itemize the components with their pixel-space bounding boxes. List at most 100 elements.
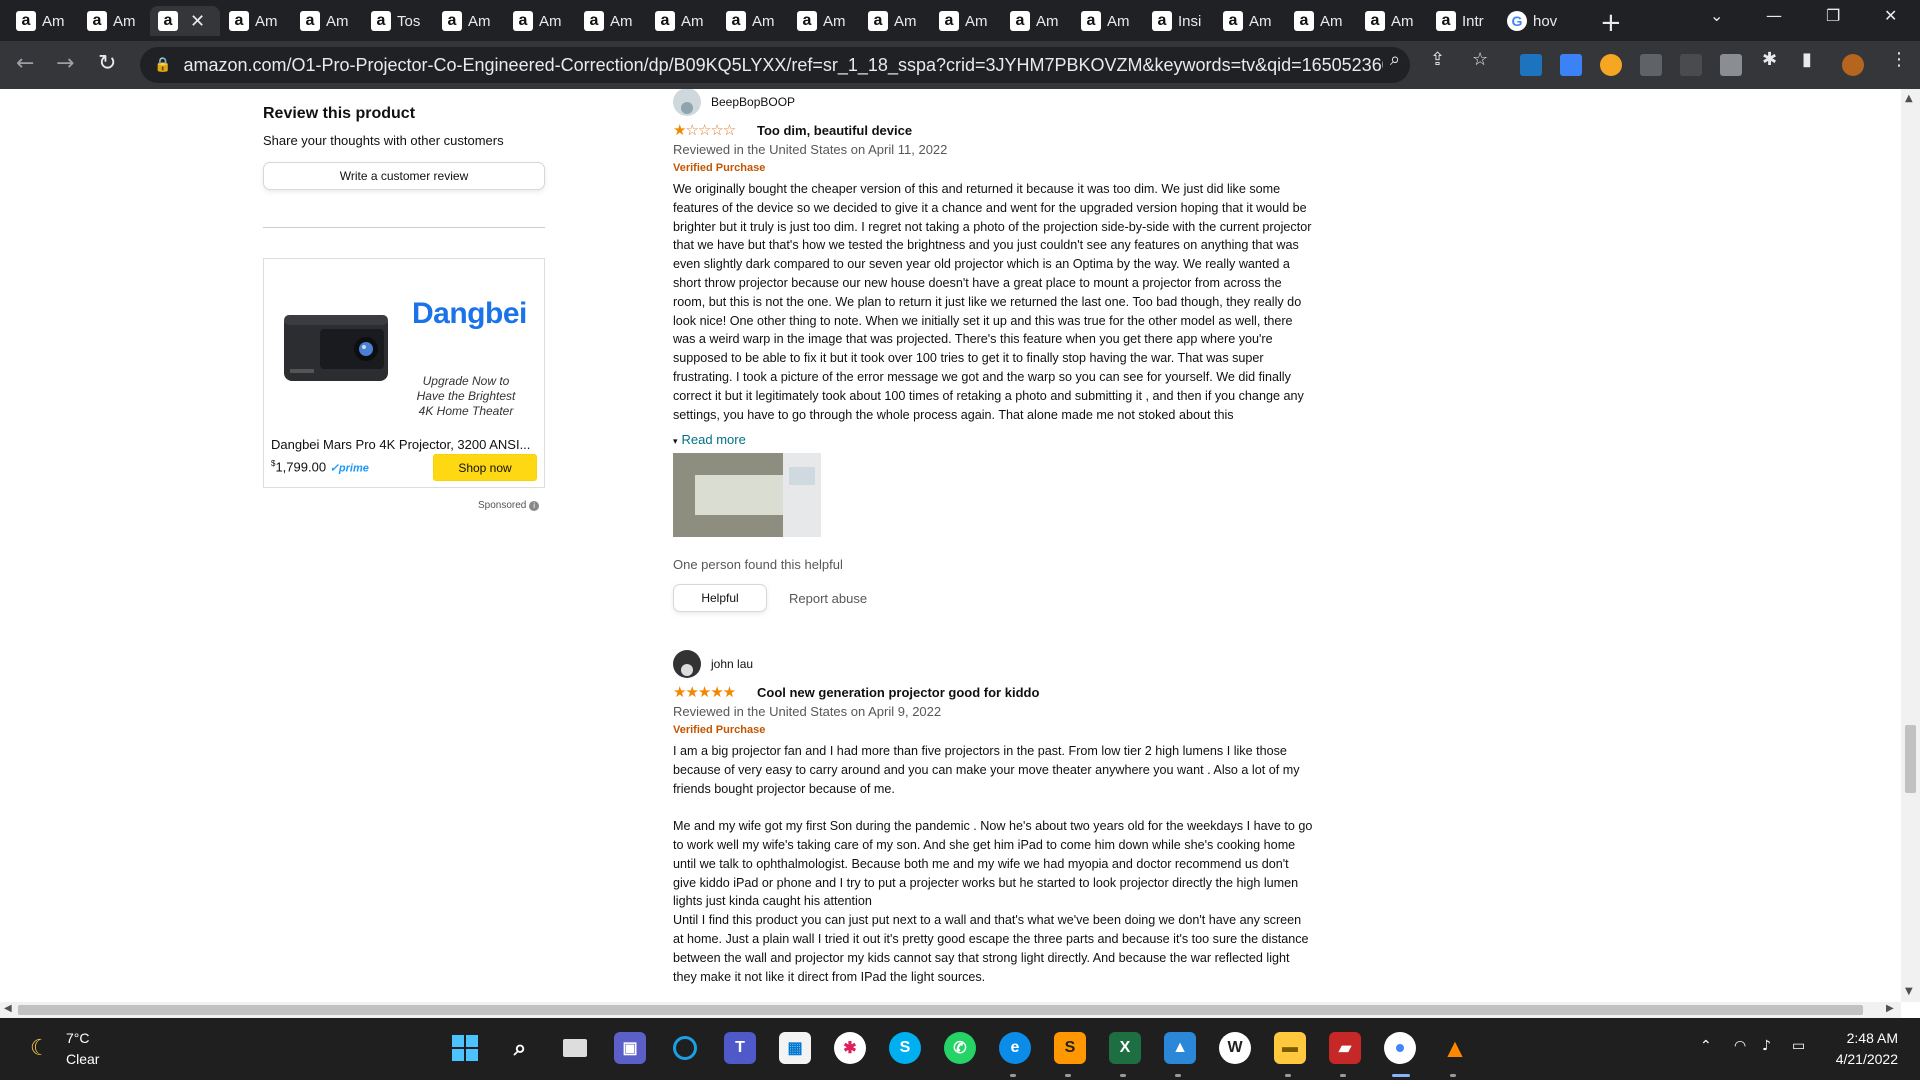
extension-4-icon[interactable]: [1640, 54, 1662, 76]
moon-weather-icon[interactable]: ☾: [30, 1036, 50, 1061]
writer-app-icon[interactable]: W: [1219, 1032, 1251, 1064]
tab-search-icon[interactable]: ⌄: [1710, 6, 1723, 25]
browser-tab[interactable]: a Am: [221, 6, 291, 36]
game-app-icon[interactable]: ▰: [1329, 1032, 1361, 1064]
teams-chat-icon[interactable]: ▣: [614, 1032, 646, 1064]
helpful-button[interactable]: Helpful: [673, 584, 767, 612]
bookmark-star-icon[interactable]: ☆: [1472, 49, 1488, 70]
show-hidden-icons-chevron-icon[interactable]: ⌃: [1700, 1038, 1712, 1054]
browser-tab[interactable]: a Am: [1286, 6, 1356, 36]
sponsored-label[interactable]: Sponsored i: [478, 500, 540, 511]
browser-tab[interactable]: a Am: [1357, 6, 1427, 36]
review-photo-thumbnail[interactable]: [673, 453, 821, 537]
minimize-icon[interactable]: —: [1766, 6, 1782, 25]
scroll-down-arrow-icon[interactable]: ▼: [1905, 986, 1913, 997]
extension-5-icon[interactable]: [1680, 54, 1702, 76]
avatar[interactable]: [673, 650, 701, 678]
search-icon[interactable]: ⌕: [504, 1032, 536, 1064]
browser-tab[interactable]: a Tos: [363, 6, 433, 36]
browser-tab[interactable]: a Am: [647, 6, 717, 36]
microsoft-store-icon[interactable]: ▦: [779, 1032, 811, 1064]
edge-icon[interactable]: e: [999, 1032, 1031, 1064]
restore-icon[interactable]: ❐: [1826, 6, 1840, 25]
browser-tab[interactable]: a Am: [1002, 6, 1072, 36]
url-text[interactable]: amazon.com/O1-Pro-Projector-Co-Engineere…: [183, 55, 1383, 76]
side-panel-icon[interactable]: ▮: [1802, 49, 1812, 70]
reviewer-profile[interactable]: BeepBopBOOP: [673, 89, 1313, 116]
browser-tab[interactable]: a Am: [505, 6, 575, 36]
horizontal-scroll-thumb[interactable]: [18, 1005, 1863, 1015]
teams-icon[interactable]: T: [724, 1032, 756, 1064]
read-more-link[interactable]: ▾ Read more: [673, 432, 1313, 447]
start-button-icon[interactable]: [449, 1032, 481, 1064]
address-bar[interactable]: 🔒 amazon.com/O1-Pro-Projector-Co-Enginee…: [140, 47, 1410, 83]
avatar[interactable]: [673, 89, 701, 116]
browser-tab[interactable]: a ✕: [150, 6, 220, 36]
excel-icon[interactable]: X: [1109, 1032, 1141, 1064]
reviewer-name[interactable]: BeepBopBOOP: [711, 95, 795, 109]
ad-brand-logo[interactable]: Dangbei: [412, 297, 527, 331]
scroll-up-arrow-icon[interactable]: ▲: [1905, 93, 1913, 104]
volume-icon[interactable]: ♪: [1762, 1038, 1771, 1054]
new-tab-button[interactable]: +: [1600, 8, 1622, 38]
file-explorer-icon[interactable]: ▬: [1274, 1032, 1306, 1064]
verified-purchase-badge[interactable]: Verified Purchase: [673, 162, 1313, 174]
clock-time[interactable]: 2:48 AM: [1838, 1030, 1898, 1046]
vertical-scrollbar[interactable]: ▲ ▼: [1901, 89, 1920, 1002]
whatsapp-icon[interactable]: ✆: [944, 1032, 976, 1064]
slack-icon[interactable]: ✱: [834, 1032, 866, 1064]
ad-product-title[interactable]: Dangbei Mars Pro 4K Projector, 3200 ANSI…: [271, 437, 543, 452]
close-window-icon[interactable]: ✕: [1884, 6, 1897, 25]
menu-kebab-icon[interactable]: ⋮: [1890, 49, 1908, 70]
browser-tab[interactable]: a Am: [8, 6, 78, 36]
reload-icon[interactable]: ↻: [98, 51, 116, 76]
scroll-right-arrow-icon[interactable]: ▶: [1886, 1003, 1894, 1014]
star-rating-icon[interactable]: ★☆☆☆☆: [673, 121, 753, 139]
weather-description[interactable]: Clear: [66, 1051, 99, 1067]
reviewer-name[interactable]: john lau: [711, 657, 753, 671]
browser-tab[interactable]: a Am: [931, 6, 1001, 36]
skype-icon[interactable]: S: [889, 1032, 921, 1064]
sponsored-ad[interactable]: Dangbei Upgrade Now to Have the Brightes…: [263, 258, 545, 488]
photos-icon[interactable]: ▲: [1164, 1032, 1196, 1064]
star-rating-icon[interactable]: ★★★★★: [673, 683, 753, 701]
browser-tab[interactable]: a Intr: [1428, 6, 1498, 36]
browser-tab[interactable]: Ghov: [1499, 6, 1569, 36]
review-title[interactable]: Too dim, beautiful device: [757, 123, 912, 138]
verified-purchase-badge[interactable]: Verified Purchase: [673, 724, 1313, 736]
reviewer-profile[interactable]: john lau: [673, 650, 1313, 678]
vertical-scroll-thumb[interactable]: [1905, 725, 1916, 793]
zoom-icon[interactable]: ⌕: [1390, 49, 1400, 70]
browser-tab[interactable]: a Am: [292, 6, 362, 36]
task-view-icon[interactable]: [559, 1032, 591, 1064]
horizontal-scrollbar[interactable]: ◀ ▶: [0, 1002, 1901, 1018]
shop-now-button[interactable]: Shop now: [433, 454, 537, 481]
browser-tab[interactable]: a Am: [789, 6, 859, 36]
info-icon[interactable]: i: [529, 501, 540, 511]
extension-1-icon[interactable]: [1520, 54, 1542, 76]
write-review-button[interactable]: Write a customer review: [263, 162, 545, 190]
browser-tab[interactable]: a Am: [434, 6, 504, 36]
profile-avatar[interactable]: [1842, 54, 1864, 76]
weather-temperature[interactable]: 7°C: [66, 1030, 90, 1046]
extensions-puzzle-icon[interactable]: ✱: [1762, 49, 1777, 70]
browser-tab[interactable]: a Am: [718, 6, 788, 36]
browser-tab[interactable]: a Am: [1073, 6, 1143, 36]
close-tab-icon[interactable]: ✕: [190, 11, 205, 32]
chrome-icon[interactable]: [1384, 1032, 1416, 1064]
browser-tab[interactable]: a Am: [860, 6, 930, 36]
clock-date[interactable]: 4/21/2022: [1824, 1051, 1898, 1067]
save-extension-icon[interactable]: [1560, 54, 1582, 76]
projector-product-image[interactable]: [280, 307, 392, 387]
report-abuse-link[interactable]: Report abuse: [789, 591, 867, 606]
sublime-text-icon[interactable]: S: [1054, 1032, 1086, 1064]
cortana-icon[interactable]: [669, 1032, 701, 1064]
battery-icon[interactable]: ▭: [1792, 1038, 1805, 1054]
wifi-icon[interactable]: ◠: [1734, 1038, 1746, 1054]
back-icon[interactable]: ←: [16, 51, 34, 76]
browser-tab[interactable]: a Insi: [1144, 6, 1214, 36]
browser-tab[interactable]: a Am: [576, 6, 646, 36]
scroll-left-arrow-icon[interactable]: ◀: [4, 1003, 12, 1014]
review-title[interactable]: Cool new generation projector good for k…: [757, 685, 1039, 700]
browser-tab[interactable]: a Am: [1215, 6, 1285, 36]
